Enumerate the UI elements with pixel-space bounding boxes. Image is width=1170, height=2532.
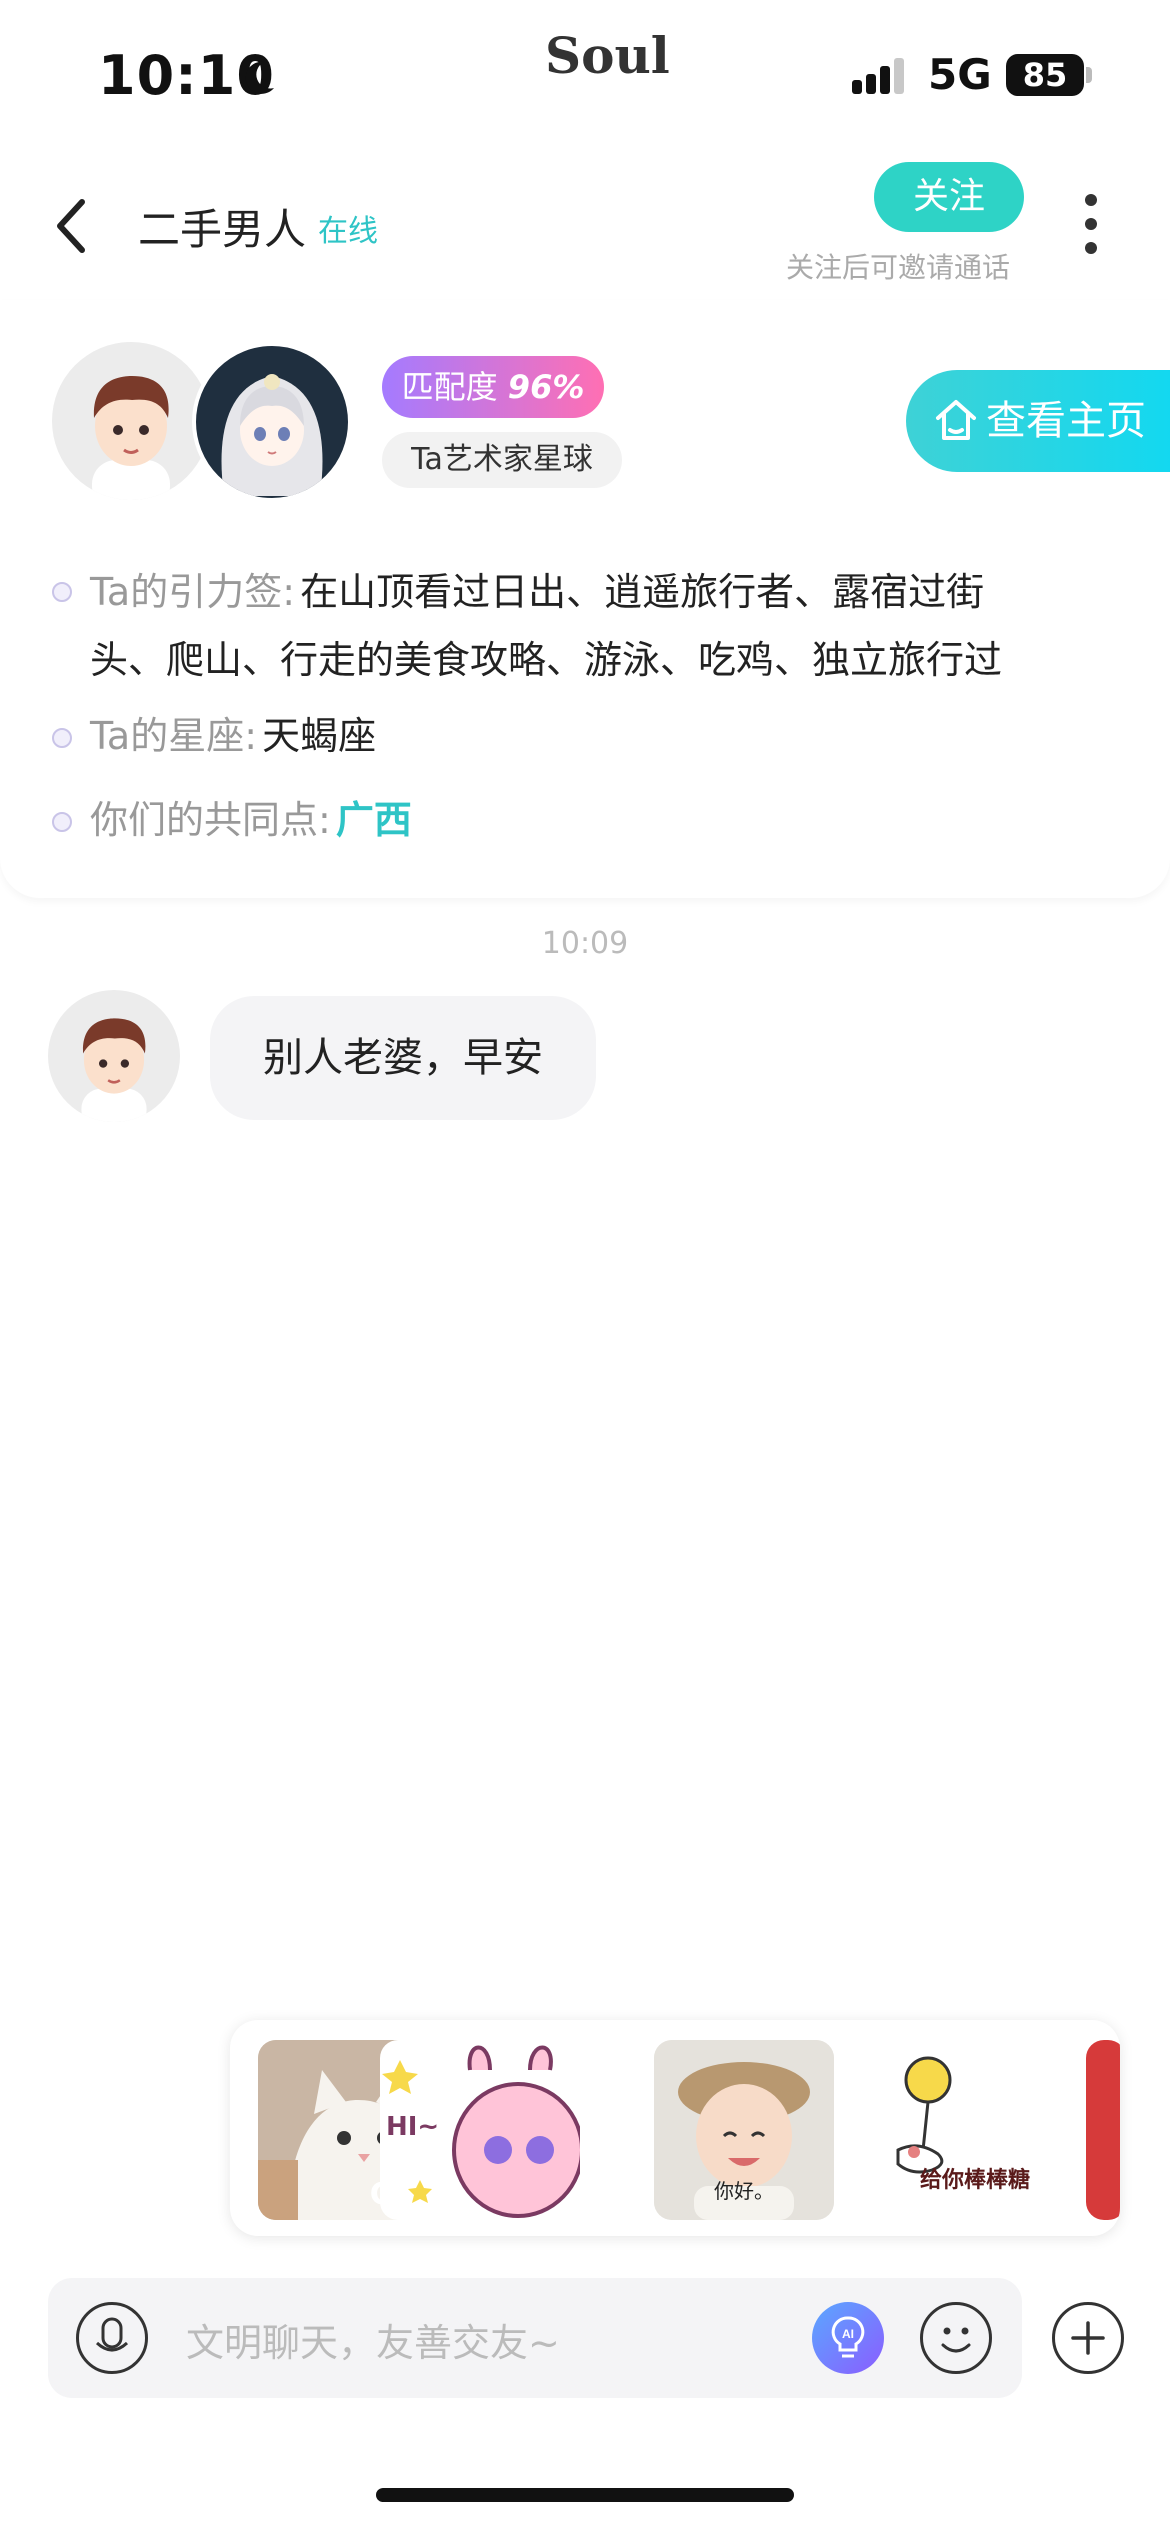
common-value: 广西	[335, 798, 412, 842]
lollipop-caption: 给你棒棒糖	[920, 2168, 1031, 2193]
ai-bulb-icon: AI	[831, 2316, 865, 2358]
more-options-icon[interactable]	[1080, 194, 1102, 254]
follow-hint: 关注后可邀请通话	[786, 251, 1011, 284]
follow-button[interactable]: 关注	[874, 162, 1024, 232]
zodiac-label: Ta的星座:	[90, 714, 258, 758]
zodiac-value: 天蝎座	[262, 714, 377, 758]
emoji-button[interactable]	[920, 2302, 992, 2374]
more-actions-button[interactable]	[1052, 2302, 1124, 2374]
network-type: 5G	[928, 50, 992, 99]
online-status: 在线	[318, 214, 378, 249]
planet-tag: Ta艺术家星球	[382, 432, 622, 488]
svg-text:AI: AI	[842, 2327, 854, 2341]
bullet-dot	[52, 728, 72, 748]
home-icon	[936, 400, 976, 440]
my-avatar[interactable]	[192, 342, 352, 502]
message-bubble[interactable]: 别人老婆，早安	[210, 996, 596, 1120]
tags-value-line2: 头、爬山、行走的美食攻略、游泳、吃鸡、独立旅行过	[90, 638, 1003, 682]
boy-avatar-icon	[81, 1018, 147, 1122]
match-badge: 匹配度 96%	[382, 356, 604, 418]
sticker-partial[interactable]	[1086, 2040, 1120, 2220]
smiley-icon	[941, 2327, 971, 2353]
girl-avatar-icon	[221, 374, 323, 496]
battery-icon: 85	[1006, 54, 1084, 96]
tags-value-line1: 在山顶看过日出、逍遥旅行者、露宿过街	[300, 570, 985, 614]
match-label: 匹配度	[401, 368, 498, 406]
plus-icon	[1071, 2321, 1105, 2355]
partner-avatar[interactable]	[52, 342, 210, 500]
signal-icon	[852, 58, 904, 94]
ai-assistant-button[interactable]: AI	[812, 2302, 884, 2374]
back-arrow-icon[interactable]	[48, 196, 96, 256]
common-label: 你们的共同点:	[90, 798, 331, 842]
carrier-logo: Soul	[545, 26, 670, 85]
voice-button[interactable]	[76, 2302, 148, 2374]
view-homepage-button[interactable]: 查看主页	[906, 370, 1170, 472]
match-value: 96%	[507, 368, 585, 406]
hi-bunny-sticker[interactable]: HI~	[380, 2040, 580, 2220]
chat-partner-name: 二手男人	[138, 205, 307, 254]
lollipop-sticker[interactable]: 给你棒棒糖	[858, 2040, 1058, 2220]
bullet-dot	[52, 812, 72, 832]
tags-label: Ta的引力签:	[90, 570, 296, 614]
common-row: 你们的共同点: 广西	[90, 790, 412, 858]
hi-label: HI~	[386, 2112, 440, 2142]
microphone-icon	[95, 2317, 129, 2352]
baby-hello-sticker[interactable]: 你好。	[654, 2040, 834, 2220]
message-input[interactable]: 文明聊天，友善交友~	[186, 2312, 560, 2367]
boy-avatar-icon	[92, 376, 170, 500]
message-timestamp: 10:09	[541, 926, 629, 961]
home-indicator[interactable]	[376, 2488, 794, 2502]
battery-tip	[1086, 67, 1092, 83]
tags-row: Ta的引力签: 在山顶看过日出、逍遥旅行者、露宿过街 头、爬山、行走的美食攻略、…	[90, 562, 1130, 698]
message-avatar[interactable]	[48, 990, 180, 1122]
bullet-dot	[52, 582, 72, 602]
view-homepage-label: 查看主页	[986, 398, 1146, 444]
baby-caption: 你好。	[714, 2179, 774, 2203]
sticker-suggestions: GIF HI~ 你好。 给你棒棒糖	[230, 2020, 1120, 2236]
zodiac-row: Ta的星座: 天蝎座	[90, 706, 376, 774]
moon-icon	[245, 61, 274, 94]
